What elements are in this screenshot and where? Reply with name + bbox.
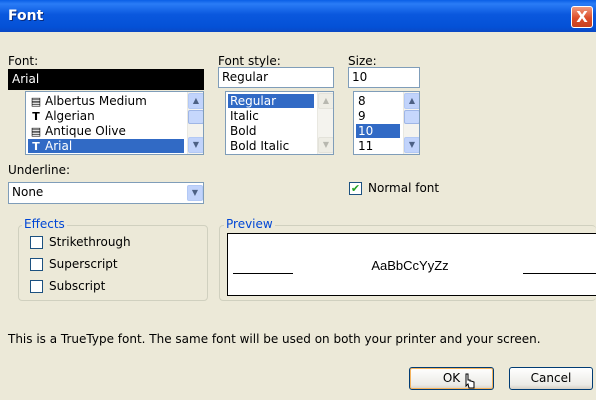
- size-label: Size:: [348, 54, 377, 68]
- cancel-button[interactable]: Cancel: [509, 367, 593, 390]
- underline-value: None: [12, 185, 44, 199]
- underline-label: Underline:: [8, 163, 70, 177]
- font-list-item-selected[interactable]: T Arial: [28, 139, 184, 153]
- scroll-thumb[interactable]: [188, 110, 203, 124]
- underline-select[interactable]: None ▼: [8, 182, 204, 204]
- subscript-label: Subscript: [49, 279, 106, 293]
- strikethrough-checkbox[interactable]: [30, 236, 43, 249]
- size-item[interactable]: 9: [356, 109, 400, 123]
- font-list-item[interactable]: ▤ Antique Olive: [28, 124, 184, 138]
- truetype-font-icon: T: [32, 110, 40, 123]
- effects-group-label: Effects: [22, 217, 67, 231]
- size-label-text: Size:: [348, 54, 377, 68]
- normal-font-label: Normal font: [368, 181, 440, 195]
- title-bar[interactable]: Font X: [0, 0, 596, 32]
- preview-baseline-left: [233, 273, 293, 274]
- scroll-down-icon: ▼: [318, 137, 333, 153]
- normal-font-checkbox[interactable]: ✔: [349, 182, 362, 195]
- chevron-down-icon[interactable]: ▼: [187, 185, 203, 201]
- scroll-down-icon[interactable]: ▼: [188, 137, 203, 153]
- size-list-scrollbar[interactable]: ▲ ▼: [403, 92, 419, 154]
- font-list[interactable]: ▤ Albertus Medium T Algerian ▤ Antique Oliv…: [25, 91, 204, 155]
- checkmark-icon: ✔: [350, 182, 361, 195]
- font-label: Font:: [8, 54, 38, 68]
- subscript-checkbox[interactable]: [30, 280, 43, 293]
- font-style-item[interactable]: Bold Italic: [228, 139, 314, 153]
- font-style-scrollbar[interactable]: ▲ ▼: [317, 92, 333, 154]
- font-style-item[interactable]: Bold: [228, 124, 314, 138]
- underline-label-text: Underline:: [8, 163, 71, 177]
- font-list-item[interactable]: ▤ Albertus Medium: [28, 94, 184, 108]
- font-style-label: Font style:: [218, 54, 281, 68]
- truetype-font-icon: T: [32, 140, 40, 153]
- font-dialog: Font X Font: Arial ▤ Albertus Medium T Alg…: [0, 0, 596, 400]
- scroll-down-icon[interactable]: ▼: [404, 137, 419, 153]
- font-list-item[interactable]: T Algerian: [28, 109, 184, 123]
- font-style-label-text: Font style:: [218, 54, 281, 68]
- font-label-text: Font:: [8, 54, 39, 68]
- superscript-checkbox[interactable]: [30, 258, 43, 271]
- superscript-label: Superscript: [49, 257, 118, 271]
- ok-button-label: OK: [442, 371, 461, 385]
- size-item-selected[interactable]: 10: [356, 124, 400, 138]
- size-input[interactable]: 10: [348, 67, 420, 88]
- mouse-cursor-icon: [465, 373, 475, 389]
- font-style-item-selected[interactable]: Regular: [228, 94, 314, 108]
- preview-sample-text: AaBbCcYyZz: [371, 258, 449, 273]
- size-item[interactable]: 11: [356, 139, 400, 153]
- truetype-info-text: This is a TrueType font. The same font w…: [8, 332, 541, 346]
- font-list-item-label: Antique Olive: [45, 124, 126, 138]
- scroll-up-icon[interactable]: ▲: [188, 93, 203, 109]
- close-icon: X: [576, 8, 588, 26]
- font-style-input[interactable]: Regular: [218, 67, 334, 88]
- close-button[interactable]: X: [571, 6, 593, 28]
- preview-box: AaBbCcYyZz: [227, 233, 596, 296]
- cancel-button-label: Cancel: [530, 371, 572, 385]
- font-list-item-label: Albertus Medium: [45, 94, 147, 108]
- font-list-item-label: Arial: [45, 139, 73, 153]
- scroll-up-icon[interactable]: ▲: [404, 93, 419, 109]
- printer-font-icon: ▤: [30, 95, 42, 108]
- ok-button[interactable]: OK: [409, 367, 494, 390]
- preview-baseline-right: [523, 273, 596, 274]
- font-list-scrollbar[interactable]: ▲ ▼: [187, 92, 203, 154]
- font-style-item[interactable]: Italic: [228, 109, 314, 123]
- printer-font-icon: ▤: [30, 125, 42, 138]
- strikethrough-label: Strikethrough: [49, 235, 131, 249]
- size-list[interactable]: 8 9 10 11 ▲ ▼: [353, 91, 420, 155]
- scroll-thumb[interactable]: [404, 110, 419, 124]
- font-name-input[interactable]: Arial: [8, 69, 204, 90]
- dialog-title: Font: [8, 8, 44, 24]
- preview-group-label: Preview: [224, 217, 275, 231]
- scroll-up-icon: ▲: [318, 93, 333, 109]
- size-item[interactable]: 8: [356, 94, 400, 108]
- font-style-list[interactable]: Regular Italic Bold Bold Italic ▲ ▼: [225, 91, 334, 155]
- font-list-item-label: Algerian: [45, 109, 95, 123]
